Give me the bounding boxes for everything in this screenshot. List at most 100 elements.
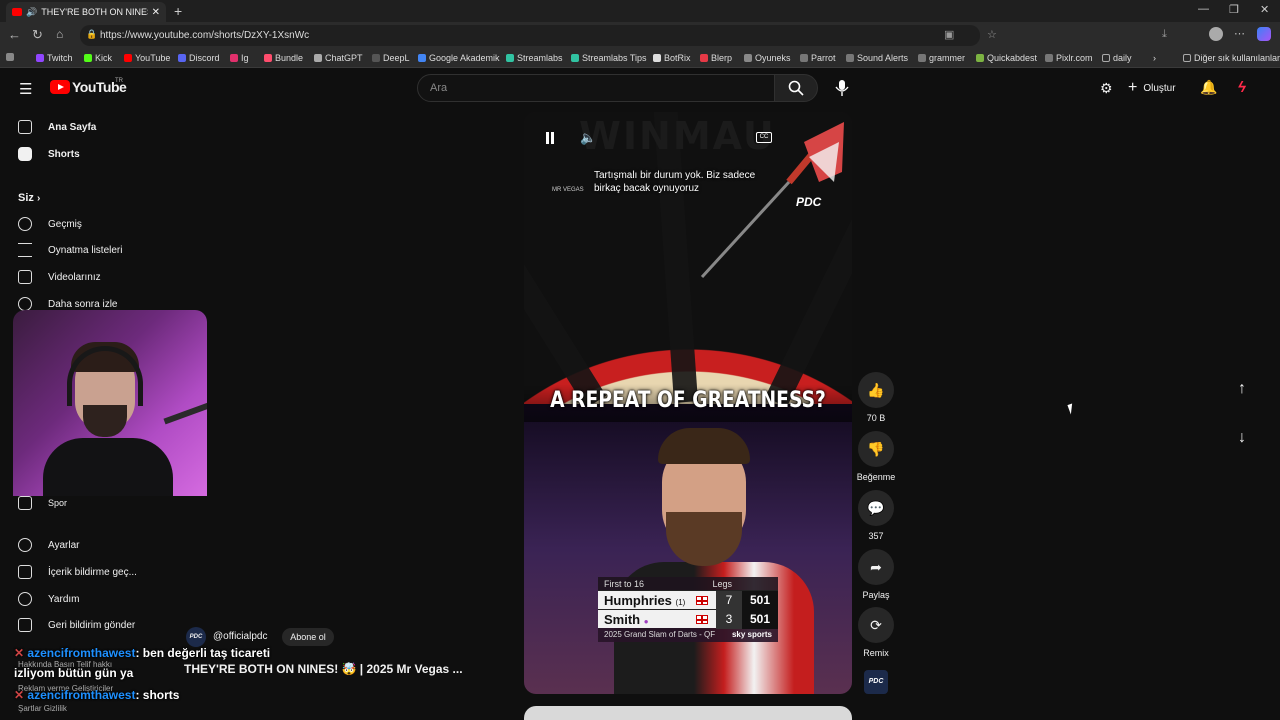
close-tab-icon[interactable]: ✕ <box>152 7 160 18</box>
bookmark-oyuneks[interactable]: Oyuneks <box>744 53 791 63</box>
bookmark-quickabdest[interactable]: Quickabdest <box>976 53 1037 63</box>
country-code: TR <box>115 78 123 84</box>
captions-icon[interactable]: CC <box>756 132 772 143</box>
search-icon <box>788 80 804 96</box>
speaker-icon[interactable]: 🔊 <box>26 7 37 18</box>
bookmark-bundle[interactable]: Bundle <box>264 53 303 63</box>
tab-title: THEY'RE BOTH ON NINES! 🤯 <box>41 6 147 17</box>
browser-tab[interactable]: 🔊 THEY'RE BOTH ON NINES! 🤯 ✕ <box>6 2 166 22</box>
bookmark-streamlabs[interactable]: Streamlabs <box>506 53 563 63</box>
sidebar-item-playlists[interactable]: Oynatma listeleri <box>18 243 122 257</box>
bookmark-sound-alerts[interactable]: Sound Alerts <box>846 53 908 63</box>
subscribe-button[interactable]: Abone ol <box>282 628 334 646</box>
create-button[interactable]: + Oluştur <box>1128 78 1176 98</box>
sidebar-item-help[interactable]: Yardım <box>18 592 80 606</box>
search-button[interactable] <box>774 74 818 102</box>
sidebar-item-sports[interactable]: Spor <box>18 496 67 510</box>
dislike-button[interactable]: 👎 Beğenme <box>856 431 896 482</box>
search-input[interactable]: Ara <box>417 74 775 102</box>
notifications-bell-icon[interactable]: 🔔 <box>1200 79 1217 96</box>
bookmark-botrix[interactable]: BotRix <box>653 53 691 63</box>
bookmark-grammer[interactable]: grammer <box>918 53 965 63</box>
pause-icon[interactable] <box>544 132 556 144</box>
video-subtitle: Tartışmalı bir durum yok. Biz sadece bir… <box>594 170 756 194</box>
sidebar-item-settings[interactable]: Ayarlar <box>18 538 80 552</box>
video-title[interactable]: THEY'RE BOTH ON NINES! 🤯 | 2025 Mr Vegas… <box>184 662 463 676</box>
bookmark-google-akademik[interactable]: Google Akademik <box>418 53 500 63</box>
next-short-preview[interactable] <box>524 706 852 720</box>
bookmark-kick[interactable]: Kick <box>84 53 112 63</box>
sidebar-item-watch-later[interactable]: Daha sonra izle <box>18 297 117 311</box>
channel-avatar[interactable]: PDC <box>186 627 206 647</box>
sidebar-item-history[interactable]: Geçmiş <box>18 217 82 231</box>
favorite-icon[interactable]: ☆ <box>987 28 997 41</box>
remix-button[interactable]: ⟳ Remix <box>856 607 896 658</box>
sidebar-item-feedback[interactable]: Geri bildirim gönder <box>18 618 135 632</box>
avatar[interactable]: ϟ <box>1238 79 1246 96</box>
bookmark-apps-icon[interactable] <box>6 53 14 61</box>
share-icon: ➦ <box>858 549 894 585</box>
shorts-icon <box>18 147 32 161</box>
download-icon[interactable]: ⤓ <box>1162 28 1167 41</box>
youtube-logo-icon[interactable] <box>50 80 70 94</box>
new-tab-button[interactable]: + <box>174 3 182 19</box>
trophy-icon <box>18 496 32 510</box>
next-short-button[interactable]: ↓ <box>1230 429 1254 453</box>
extensions-icon[interactable]: ▣ <box>944 28 954 41</box>
like-button[interactable]: 👍 70 B <box>856 372 896 423</box>
copilot-icon[interactable] <box>1257 27 1271 41</box>
bookmark-pixlr[interactable]: Pixlr.com <box>1045 53 1093 63</box>
settings-gear-icon[interactable]: ⚙ <box>1100 80 1113 97</box>
hamburger-menu-icon[interactable]: ☰ <box>19 80 32 98</box>
menu-dots-icon[interactable]: ⋯ <box>1234 27 1245 40</box>
comments-button[interactable]: 💬 357 <box>856 490 896 541</box>
home-browser-icon[interactable]: ⌂ <box>56 27 63 41</box>
bookmark-streamlabs-tips[interactable]: Streamlabs Tips <box>571 53 647 63</box>
comment-icon: 💬 <box>858 490 894 526</box>
minimize-button[interactable]: — <box>1198 3 1209 15</box>
close-window-button[interactable]: ✕ <box>1260 3 1269 16</box>
settings-icon <box>18 538 32 552</box>
footer-links-row-3[interactable]: Şartlar Gizlilik <box>18 704 67 713</box>
sidebar-item-home[interactable]: Ana Sayfa <box>18 120 96 134</box>
maximize-button[interactable]: ❐ <box>1229 3 1239 16</box>
sidebar-section-you[interactable]: Siz › <box>18 192 40 204</box>
browser-tab-bar: 🔊 THEY'RE BOTH ON NINES! 🤯 ✕ + — ❐ ✕ <box>0 0 1280 22</box>
url-field[interactable]: https://www.youtube.com/shorts/DzXY-1Xsn… <box>80 25 980 46</box>
bookmark-ig[interactable]: Ig <box>230 53 249 63</box>
bookmark-twitch[interactable]: Twitch <box>36 53 73 63</box>
bookmark-parrot[interactable]: Parrot <box>800 53 836 63</box>
bookmark-blerp[interactable]: Blerp <box>700 53 732 63</box>
reload-icon[interactable]: ↻ <box>32 27 43 43</box>
bookmarks-more-chevron-icon[interactable]: › <box>1153 53 1156 63</box>
shorts-video-player[interactable]: WINMAU 🔈 CC Tartışmalı bir durum yok. Bi… <box>524 112 852 694</box>
bookmark-daily[interactable]: daily <box>1102 53 1132 63</box>
profile-icon[interactable] <box>1209 27 1223 41</box>
volume-icon[interactable]: 🔈 <box>580 130 596 146</box>
youtube-favicon-icon <box>12 8 22 16</box>
bookmark-youtube[interactable]: YouTube <box>124 53 170 63</box>
sidebar-item-shorts[interactable]: Shorts <box>18 147 80 161</box>
bookmark-other-folder[interactable]: Diğer sık kullanılanlar <box>1183 53 1280 63</box>
channel-handle[interactable]: @officialpdc <box>213 631 267 642</box>
back-icon[interactable]: ← <box>8 27 21 42</box>
channel-sound-avatar[interactable]: PDC <box>864 670 888 694</box>
lock-icon[interactable]: 🔒 <box>86 29 97 40</box>
previous-short-button[interactable]: ↑ <box>1230 380 1254 404</box>
player-hair <box>658 428 750 464</box>
england-flag-icon <box>696 614 708 624</box>
bookmark-discord[interactable]: Discord <box>178 53 220 63</box>
share-button[interactable]: ➦ Paylaş <box>856 549 896 600</box>
webcam-overlay <box>13 310 207 496</box>
video-headline: A REPEAT OF GREATNESS? <box>550 388 826 413</box>
sidebar-item-your-videos[interactable]: Videolarınız <box>18 270 101 284</box>
chat-message: izliyom bütün gün ya <box>14 666 134 680</box>
england-flag-icon <box>696 595 708 605</box>
thumbs-up-icon: 👍 <box>858 372 894 408</box>
mic-arm <box>163 401 207 425</box>
sidebar-item-report-history[interactable]: İçerik bildirme geç... <box>18 565 137 579</box>
bookmark-deepl[interactable]: DeepL <box>372 53 410 63</box>
thumbs-down-icon: 👎 <box>858 431 894 467</box>
voice-search-button[interactable] <box>828 74 856 102</box>
bookmark-chatgpt[interactable]: ChatGPT <box>314 53 363 63</box>
